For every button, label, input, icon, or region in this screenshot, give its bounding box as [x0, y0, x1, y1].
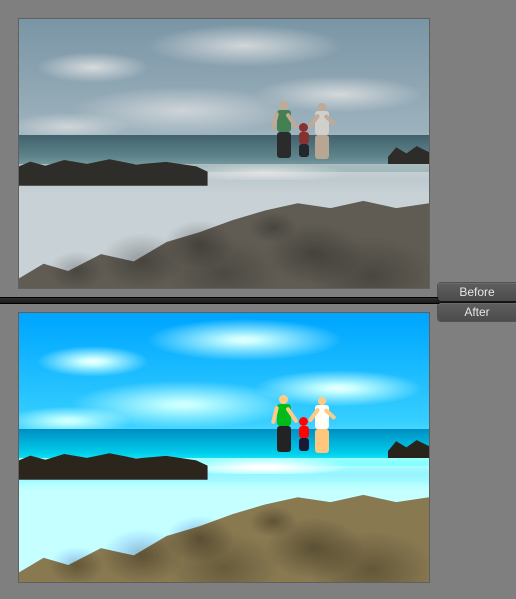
after-photo: [19, 313, 429, 582]
person-man: [273, 101, 295, 159]
before-after-compare-view: Before After: [0, 0, 516, 599]
before-photo: [19, 19, 429, 288]
rock-texture: [19, 461, 429, 582]
before-label: Before: [438, 283, 516, 301]
people-group: [273, 391, 343, 453]
person-woman: [311, 103, 333, 159]
person-child: [297, 123, 311, 157]
person-child: [297, 417, 311, 451]
people-group: [273, 97, 343, 159]
person-woman: [311, 397, 333, 453]
after-label: After: [438, 303, 516, 321]
person-man: [273, 395, 295, 453]
rock-texture: [19, 167, 429, 288]
